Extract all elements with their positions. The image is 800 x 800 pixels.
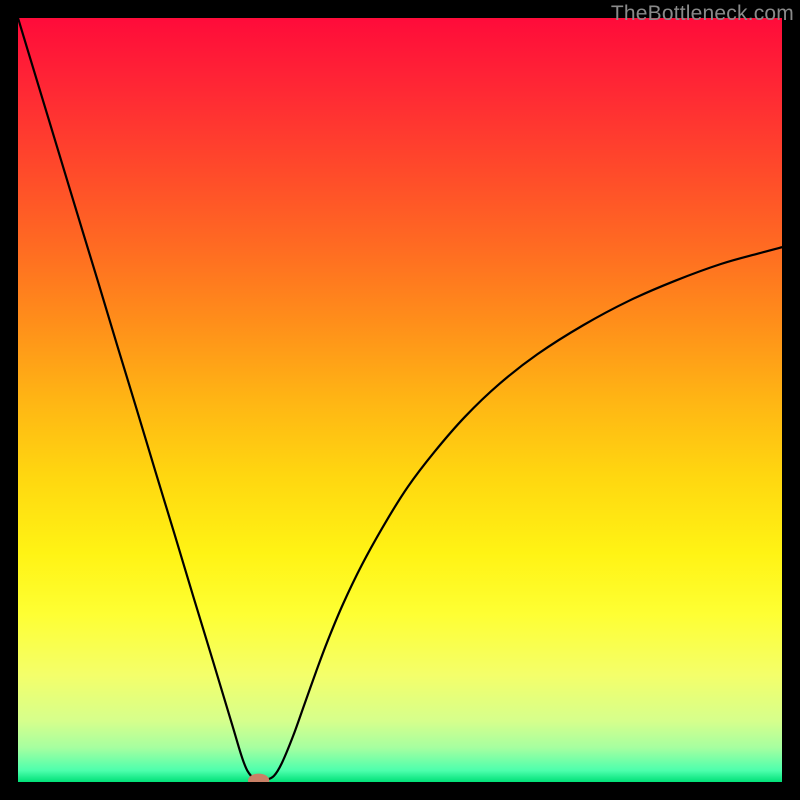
- watermark-text: TheBottleneck.com: [611, 2, 794, 26]
- chart-frame: [18, 18, 782, 782]
- chart-plot: [18, 18, 782, 782]
- gradient-background: [18, 18, 782, 782]
